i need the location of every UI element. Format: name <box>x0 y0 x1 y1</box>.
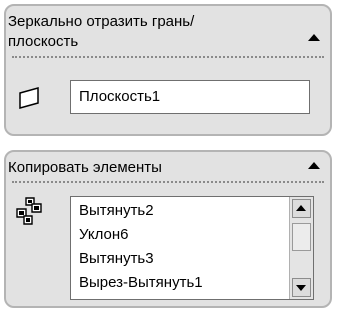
list-item[interactable]: Вытянуть3 <box>71 247 289 271</box>
face-plane-icon <box>19 87 39 109</box>
mirror-panel-collapse-icon[interactable] <box>304 30 324 46</box>
scrollbar-thumb[interactable] <box>292 223 311 251</box>
copy-panel-collapse-icon[interactable] <box>304 158 324 174</box>
copy-panel-divider <box>12 181 324 183</box>
copy-features-panel: Копировать элементы Вытянуть2 Уклон6 Выт… <box>4 150 332 308</box>
list-item[interactable]: Уклон6 <box>71 223 289 247</box>
mirror-face-field[interactable]: Плоскость1 <box>70 80 310 114</box>
mirror-panel-title: Зеркально отразить грань/плоскость <box>8 13 195 50</box>
mirror-face-plane-panel: Зеркально отразить грань/плоскость Плоск… <box>4 4 332 136</box>
scroll-up-arrow-icon[interactable] <box>292 199 311 218</box>
list-item[interactable]: Вытянуть2 <box>71 199 289 223</box>
list-item[interactable]: Вырез-Вытянуть1 <box>71 271 289 295</box>
copy-panel-title: Копировать элементы <box>8 159 162 176</box>
copy-features-list[interactable]: Вытянуть2 Уклон6 Вытянуть3 Вырез-Вытянут… <box>70 196 314 300</box>
copy-features-list-items: Вытянуть2 Уклон6 Вытянуть3 Вырез-Вытянут… <box>71 199 289 295</box>
scroll-down-arrow-icon[interactable] <box>292 278 311 297</box>
mirror-panel-divider <box>12 56 324 58</box>
copy-features-icon <box>16 197 42 225</box>
list-scrollbar[interactable] <box>289 197 313 299</box>
